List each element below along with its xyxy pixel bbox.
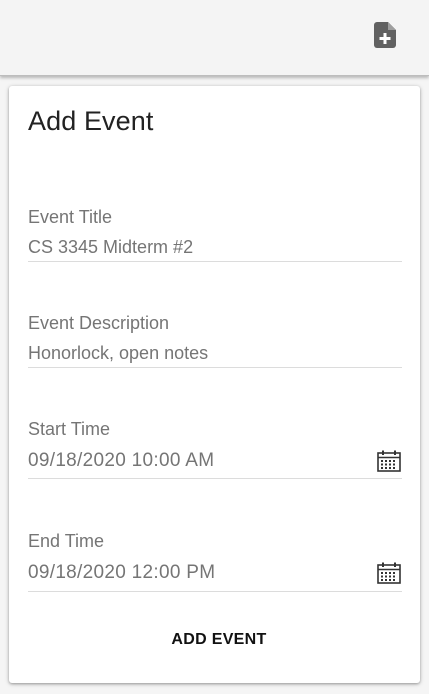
start-time-input[interactable]: 09/18/2020 10:00 AM	[28, 446, 402, 476]
event-description-label: Event Description	[28, 313, 170, 333]
start-time-picker-button[interactable]	[376, 448, 402, 474]
calendar-icon	[377, 450, 401, 472]
event-title-field: Event Title	[28, 206, 402, 262]
add-event-button[interactable]: ADD EVENT	[164, 624, 274, 656]
end-time-input[interactable]: 09/18/2020 12:00 PM	[28, 558, 402, 588]
start-time-label: Start Time	[28, 419, 111, 439]
event-description-field: Event Description	[28, 312, 402, 368]
end-time-value: 09/18/2020 12:00 PM	[28, 562, 216, 583]
add-event-card: Add Event Event Title Event Description …	[9, 86, 420, 683]
app-toolbar	[0, 0, 429, 76]
calendar-icon	[377, 562, 401, 584]
event-description-input[interactable]	[28, 339, 402, 367]
end-time-picker-button[interactable]	[376, 560, 402, 586]
event-title-label: Event Title	[28, 207, 113, 227]
add-document-icon	[374, 22, 396, 48]
page-title: Add Event	[28, 106, 154, 136]
add-document-button[interactable]	[370, 20, 400, 50]
end-time-label: End Time	[28, 531, 105, 551]
start-time-field: Start Time 09/18/2020 10:00 AM	[28, 418, 402, 479]
start-time-value: 09/18/2020 10:00 AM	[28, 450, 215, 471]
event-title-input[interactable]	[28, 233, 402, 261]
end-time-field: End Time 09/18/2020 12:00 PM	[28, 530, 402, 592]
